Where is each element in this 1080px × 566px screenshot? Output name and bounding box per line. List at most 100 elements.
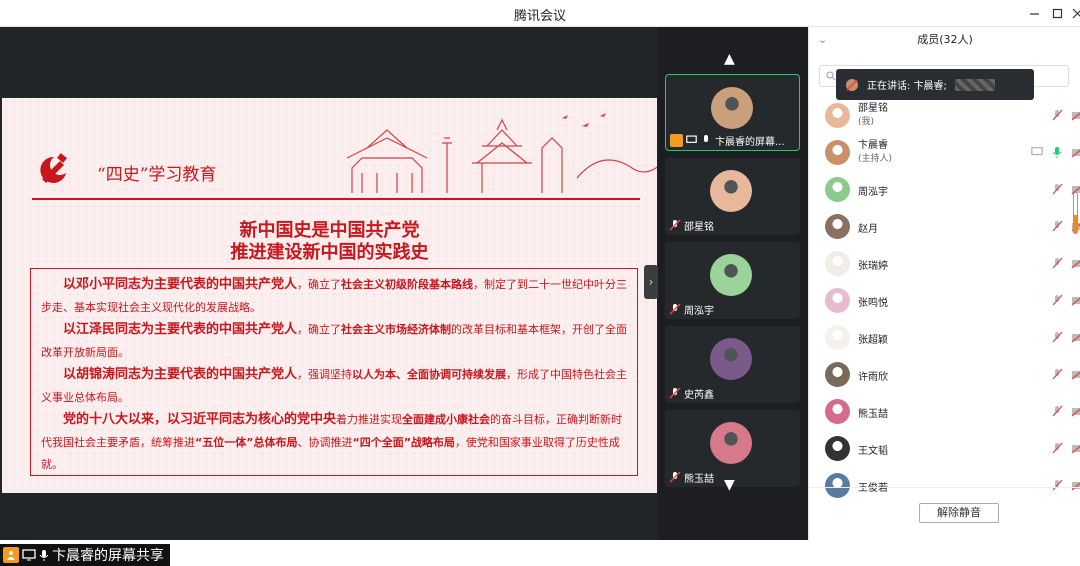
minimize-icon	[1029, 8, 1040, 19]
avatar	[710, 170, 752, 212]
participant-name: 史芮鑫	[684, 386, 714, 401]
scroll-up-button[interactable]: ▲	[724, 51, 735, 67]
avatar	[710, 254, 752, 296]
video-tile[interactable]: 史芮鑫	[665, 326, 800, 403]
avatar	[825, 103, 850, 128]
paragraph-emphasis: “五位一体”总体布局	[195, 436, 297, 449]
video-tile[interactable]: 周泓宇	[665, 242, 800, 319]
chevron-down-icon[interactable]: ⌄	[818, 27, 827, 53]
camera-off-icon[interactable]	[1071, 257, 1080, 269]
maximize-button[interactable]	[1046, 3, 1068, 23]
camera-off-icon[interactable]	[1071, 405, 1080, 417]
mic-muted-icon[interactable]	[1051, 183, 1063, 195]
participant-name: 熊玉喆	[684, 470, 714, 485]
avatar	[711, 87, 753, 129]
member-role: (主持人)	[858, 151, 892, 164]
camera-off-icon[interactable]	[1071, 109, 1080, 121]
slide-paragraph: 党的十八大以来，以习近平同志为核心的党中央着力推进实现全面建成小康社会的奋斗目标…	[41, 409, 627, 477]
paragraph-lead: 以江泽民同志为主要代表的中国共产党人	[63, 322, 297, 337]
window-title: 腾讯会议	[0, 5, 1080, 24]
avatar	[710, 422, 752, 464]
member-name: 赵月	[858, 220, 878, 235]
maximize-icon	[1052, 8, 1063, 19]
member-row[interactable]: 赵月	[809, 208, 1071, 245]
video-tile-label: 熊玉喆	[669, 470, 714, 484]
camera-off-icon[interactable]	[1071, 294, 1080, 306]
participant-name: 卞晨睿的屏幕...	[715, 133, 785, 148]
paragraph-emphasis: 以人为本、全面协调可持续发展	[352, 368, 506, 381]
mic-muted-icon[interactable]	[1051, 220, 1063, 232]
slide-headline-2: 推进建设新中国的实践史	[2, 238, 657, 264]
header-divider	[32, 198, 640, 200]
camera-off-icon[interactable]	[1071, 442, 1080, 454]
members-scrollbar[interactable]	[1073, 192, 1078, 234]
member-row[interactable]: 邵星铭(我)	[809, 97, 1071, 134]
video-tile-label: 邵星铭	[669, 218, 714, 232]
member-name: 张超颖	[858, 331, 888, 346]
share-label: 卞晨睿的屏幕共享	[0, 544, 170, 566]
paragraph-emphasis: 社会主义初级阶段基本路线	[341, 278, 473, 291]
user-icon	[670, 134, 683, 147]
video-tile[interactable]: 卞晨睿的屏幕...	[665, 74, 800, 151]
unmute-all-button[interactable]: 解除静音	[919, 503, 999, 523]
shared-slide: “四史”学习教育 新中国史是中国共产党 推进建设新中国的实践史 以邓小平同志为主…	[2, 98, 657, 493]
members-panel: ⌄ 成员(32人) 邵星铭(我)卞晨睿(主持人) 周泓宇赵月张瑞婷张鸣悦张超颖许雨…	[808, 27, 1080, 540]
video-tile[interactable]: 邵星铭	[665, 158, 800, 235]
member-row[interactable]: 张瑞婷	[809, 245, 1071, 282]
member-row[interactable]: 周泓宇	[809, 171, 1071, 208]
mic-muted-icon[interactable]	[1051, 257, 1063, 269]
user-icon	[3, 547, 19, 563]
screen-share-icon	[686, 135, 697, 145]
camera-off-icon[interactable]	[1071, 368, 1080, 380]
search-icon	[826, 71, 836, 81]
screen-share-icon	[1031, 146, 1043, 158]
camera-off-icon[interactable]	[1071, 146, 1080, 158]
triangle-down-icon: ▼	[724, 477, 735, 493]
member-name: 张瑞婷	[858, 257, 888, 272]
video-tile[interactable]: 熊玉喆	[665, 410, 800, 487]
video-tile-label: 史芮鑫	[669, 386, 714, 400]
landmark-illustration-icon	[332, 108, 657, 203]
party-emblem-icon	[34, 151, 70, 187]
paragraph-emphasis: 社会主义市场经济体制	[341, 323, 451, 336]
close-button[interactable]	[1066, 3, 1080, 23]
member-row[interactable]: 卞晨睿(主持人)	[809, 134, 1071, 171]
member-row[interactable]: 张超颖	[809, 319, 1071, 356]
mic-muted-icon[interactable]	[1051, 331, 1063, 343]
member-name: 邵星铭	[858, 99, 888, 114]
member-row[interactable]: 王文韬	[809, 430, 1071, 467]
participant-name: 周泓宇	[684, 302, 714, 317]
collapse-video-button[interactable]: ›	[644, 265, 658, 299]
avatar	[825, 436, 850, 461]
members-title: 成员(32人)	[917, 33, 973, 46]
panel-footer: 解除静音	[809, 487, 1080, 540]
scroll-down-button[interactable]: ▼	[724, 477, 735, 493]
member-name: 周泓宇	[858, 183, 888, 198]
mic-muted-icon[interactable]	[1051, 442, 1063, 454]
paragraph-text: 着力推进实现	[336, 413, 402, 426]
minimize-button[interactable]	[1023, 3, 1045, 23]
video-tile-label: 周泓宇	[669, 302, 714, 316]
mic-muted-icon[interactable]	[1051, 109, 1063, 121]
video-tile-label: 卞晨睿的屏幕...	[670, 133, 785, 147]
mic-muted-icon	[669, 303, 681, 315]
member-row[interactable]: 熊玉喆	[809, 393, 1071, 430]
mic-icon[interactable]	[1051, 146, 1063, 158]
member-row[interactable]: 张鸣悦	[809, 282, 1071, 319]
avatar	[710, 338, 752, 380]
member-row[interactable]: 许雨欣	[809, 356, 1071, 393]
mic-muted-icon[interactable]	[1051, 368, 1063, 380]
paragraph-text: ，确立了	[297, 278, 341, 291]
camera-off-icon[interactable]	[1071, 331, 1080, 343]
mic-muted-icon[interactable]	[1051, 405, 1063, 417]
speaking-text: 正在讲话: 卞晨睿;	[867, 77, 947, 92]
chevron-right-icon: ›	[649, 275, 654, 289]
paragraph-lead: 以邓小平同志为主要代表的中国共产党人	[63, 277, 297, 292]
mic-muted-icon[interactable]	[1051, 294, 1063, 306]
avatar	[825, 288, 850, 313]
avatar	[825, 177, 850, 202]
mic-icon	[39, 549, 49, 562]
avatar	[825, 399, 850, 424]
member-name: 王文韬	[858, 442, 888, 457]
slide-text-box: 以邓小平同志为主要代表的中国共产党人，确立了社会主义初级阶段基本路线，制定了到二…	[30, 268, 638, 476]
